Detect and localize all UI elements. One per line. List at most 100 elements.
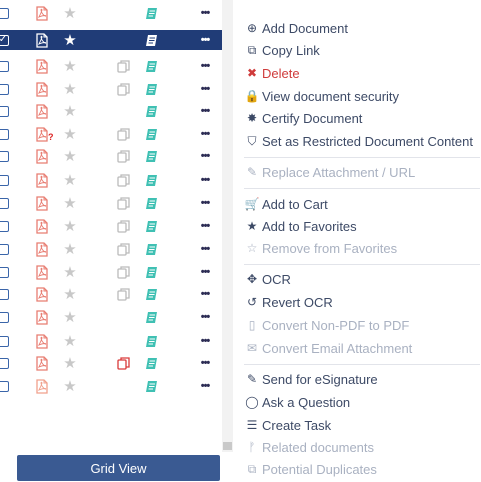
more-options-button[interactable]: ••• <box>196 146 214 166</box>
row-checkbox[interactable] <box>0 79 12 99</box>
more-options-button[interactable]: ••• <box>196 284 214 304</box>
favorite-star-icon[interactable]: ★ <box>62 331 78 351</box>
favorite-star-icon[interactable]: ★ <box>62 239 78 259</box>
attachment-icon[interactable] <box>143 239 159 259</box>
attachment-icon[interactable] <box>143 30 159 50</box>
more-options-button[interactable]: ••• <box>196 239 214 259</box>
row-checkbox[interactable] <box>0 146 12 166</box>
pdf-icon[interactable] <box>34 239 50 259</box>
row-checkbox[interactable] <box>0 331 12 351</box>
favorite-star-icon[interactable]: ★ <box>62 193 78 213</box>
more-options-button[interactable]: ••• <box>196 307 214 327</box>
duplicates-icon[interactable] <box>116 262 132 282</box>
pdf-icon[interactable] <box>34 170 50 190</box>
row-checkbox[interactable] <box>0 284 12 304</box>
menu-item-set-as-restricted-document-content[interactable]: ⛉ Set as Restricted Document Content <box>246 130 473 152</box>
table-row[interactable]: ★ ••• <box>0 216 222 236</box>
table-row[interactable]: ★ ••• <box>0 193 222 213</box>
grid-scrollbar[interactable] <box>222 0 233 452</box>
duplicates-icon[interactable] <box>116 193 132 213</box>
pdf-icon[interactable] <box>34 216 50 236</box>
attachment-icon[interactable] <box>143 170 159 190</box>
duplicates-icon[interactable] <box>116 79 132 99</box>
favorite-star-icon[interactable]: ★ <box>62 3 78 23</box>
favorite-star-icon[interactable]: ★ <box>62 170 78 190</box>
menu-item-view-document-security[interactable]: 🔒 View document security <box>245 85 400 107</box>
menu-item-send-for-esignature[interactable]: ✎ Send for eSignature <box>246 368 378 390</box>
menu-item-copy-link[interactable]: ⧉ Copy Link <box>246 39 320 61</box>
more-options-button[interactable]: ••• <box>196 193 214 213</box>
menu-item-ask-a-question[interactable]: ◯ Ask a Question <box>245 391 350 413</box>
attachment-icon[interactable] <box>143 79 159 99</box>
more-options-button[interactable]: ••• <box>196 170 214 190</box>
row-checkbox[interactable] <box>0 124 12 144</box>
table-row[interactable]: ★ ••• <box>0 284 222 304</box>
row-checkbox[interactable] <box>0 307 12 327</box>
more-options-button[interactable]: ••• <box>196 216 214 236</box>
attachment-icon[interactable] <box>143 307 159 327</box>
table-row[interactable]: ★ ••• <box>0 3 222 23</box>
attachment-icon[interactable] <box>143 101 159 121</box>
more-options-button[interactable]: ••• <box>196 30 214 50</box>
pdf-icon[interactable] <box>34 3 50 23</box>
row-checkbox[interactable] <box>0 239 12 259</box>
attachment-icon[interactable] <box>143 262 159 282</box>
table-row[interactable]: ★ ••• <box>0 262 222 282</box>
menu-item-certify-document[interactable]: ✸ Certify Document <box>246 107 362 129</box>
attachment-icon[interactable] <box>143 146 159 166</box>
row-checkbox[interactable] <box>0 170 12 190</box>
row-checkbox[interactable]: ✓ <box>0 30 12 50</box>
more-options-button[interactable]: ••• <box>196 101 214 121</box>
table-row[interactable]: ★ ••• <box>0 56 222 76</box>
scrollbar-thumb[interactable] <box>223 442 232 450</box>
favorite-star-icon[interactable]: ★ <box>62 101 78 121</box>
favorite-star-icon[interactable]: ★ <box>62 353 78 373</box>
row-checkbox[interactable] <box>0 101 12 121</box>
row-checkbox[interactable] <box>0 193 12 213</box>
pdf-icon[interactable] <box>34 30 50 50</box>
table-row[interactable]: ★ ••• <box>0 101 222 121</box>
favorite-star-icon[interactable]: ★ <box>62 262 78 282</box>
table-row[interactable]: ★ ••• <box>0 146 222 166</box>
more-options-button[interactable]: ••• <box>196 353 214 373</box>
table-row[interactable]: ★ ••• <box>0 79 222 99</box>
more-options-button[interactable]: ••• <box>196 79 214 99</box>
table-row[interactable]: ? ★ ••• <box>0 124 222 144</box>
more-options-button[interactable]: ••• <box>196 124 214 144</box>
attachment-icon[interactable] <box>143 56 159 76</box>
duplicates-icon[interactable] <box>116 216 132 236</box>
table-row[interactable]: ★ ••• <box>0 170 222 190</box>
table-row[interactable]: ★ ••• <box>0 331 222 351</box>
pdf-icon[interactable] <box>34 376 50 396</box>
attachment-icon[interactable] <box>143 284 159 304</box>
pdf-icon[interactable] <box>34 79 50 99</box>
row-checkbox[interactable] <box>0 56 12 76</box>
more-options-button[interactable]: ••• <box>196 376 214 396</box>
menu-item-ocr[interactable]: ✥ OCR <box>246 268 291 290</box>
pdf-icon[interactable] <box>34 262 50 282</box>
duplicates-icon[interactable] <box>116 353 132 373</box>
grid-view-button[interactable]: Grid View <box>17 455 220 481</box>
duplicates-icon[interactable] <box>116 284 132 304</box>
pdf-icon[interactable] <box>34 353 50 373</box>
favorite-star-icon[interactable]: ★ <box>62 216 78 236</box>
more-options-button[interactable]: ••• <box>196 262 214 282</box>
attachment-icon[interactable] <box>143 124 159 144</box>
pdf-icon[interactable] <box>34 193 50 213</box>
table-row[interactable]: ★ ••• <box>0 239 222 259</box>
row-checkbox[interactable] <box>0 3 12 23</box>
pdf-icon[interactable] <box>34 146 50 166</box>
more-options-button[interactable]: ••• <box>196 3 214 23</box>
more-options-button[interactable]: ••• <box>196 56 214 76</box>
menu-item-add-to-cart[interactable]: 🛒 Add to Cart <box>245 193 328 215</box>
more-options-button[interactable]: ••• <box>196 331 214 351</box>
attachment-icon[interactable] <box>143 353 159 373</box>
duplicates-icon[interactable] <box>116 146 132 166</box>
attachment-icon[interactable] <box>143 193 159 213</box>
pdf-icon[interactable] <box>34 56 50 76</box>
duplicates-icon[interactable] <box>116 170 132 190</box>
table-row[interactable]: ✓ ★ ••• <box>0 30 222 50</box>
duplicates-icon[interactable] <box>116 124 132 144</box>
attachment-icon[interactable] <box>143 331 159 351</box>
menu-item-delete[interactable]: ✖ Delete <box>246 62 300 84</box>
